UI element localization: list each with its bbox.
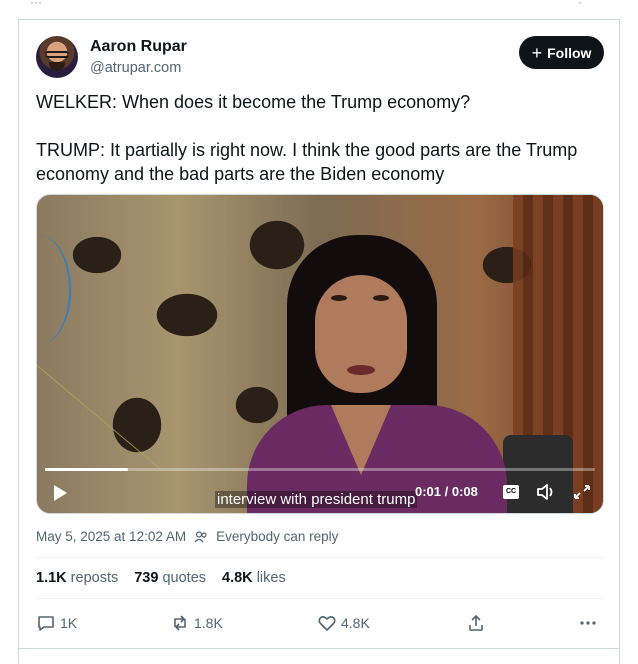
quotes-count: 739 [134,570,159,586]
people-icon [194,530,207,542]
post-timestamp[interactable]: May 5, 2025 at 12:02 AM [36,529,186,544]
speaker-icon [537,484,553,500]
top-left-stub: ··· [30,0,42,9]
repost-count: 1.8K [194,615,223,631]
post-meta: May 5, 2025 at 12:02 AM Everybody can re… [36,529,338,544]
reposts-count: 1.1K [36,570,67,586]
divider [36,557,604,558]
subject-face [315,275,407,393]
reposts-stat[interactable]: 1.1K reposts [36,570,118,586]
previous-post-edge: ··· · [0,0,638,20]
heart-icon [318,616,336,631]
like-count: 4.8K [341,615,370,631]
video-caption: interview with president trump [215,491,418,508]
reply-icon [38,616,54,631]
avatar[interactable] [36,36,78,78]
quotes-label: quotes [162,570,207,586]
avatar-glasses [45,51,69,58]
more-button[interactable] [578,613,598,633]
video-graphic-arc [37,235,71,345]
avatar-beard [49,62,65,71]
video-progress-fill [45,468,128,471]
video-progress-bar[interactable] [45,468,595,471]
likes-stat[interactable]: 4.8K likes [222,570,286,586]
like-button[interactable]: 4.8K [317,613,370,633]
play-icon [54,485,67,501]
reply-count: 1K [60,615,78,631]
video-graphic-line [37,365,160,469]
share-button[interactable] [466,613,486,633]
share-icon [469,615,483,631]
repost-icon [174,615,186,631]
reply-button[interactable]: 1K [36,613,77,633]
post-text: WELKER: When does it become the Trump ec… [36,92,578,184]
closed-captions-button[interactable]: CC [503,485,519,499]
author-name[interactable]: Aaron Rupar [90,38,187,56]
quotes-stat[interactable]: 739 quotes [134,570,206,586]
follow-button[interactable]: + Follow [519,36,604,69]
follow-label: Follow [547,44,592,61]
post-card: Aaron Rupar @atrupar.com + Follow WELKER… [18,20,620,664]
subject-mouth [347,365,375,375]
more-icon [580,621,596,625]
subject-eye [331,295,347,301]
expand-icon [574,485,590,499]
likes-label: likes [256,570,286,586]
likes-count: 4.8K [222,570,253,586]
volume-button[interactable] [536,483,556,501]
fullscreen-button[interactable] [572,483,592,501]
play-button[interactable] [51,484,69,502]
plus-icon: + [531,42,543,63]
subject-eye [373,295,389,301]
repost-button[interactable]: 1.8K [170,613,223,633]
divider [19,648,619,649]
reposts-label: reposts [70,570,119,586]
reply-setting: Everybody can reply [216,529,339,544]
top-right-stub: · [578,0,582,9]
author-handle[interactable]: @atrupar.com [90,60,181,76]
video-player[interactable]: interview with president trump 0:01 / 0:… [36,194,604,514]
divider [36,598,604,599]
action-bar: 1K 1.8K 4.8K [36,613,604,635]
video-time: 0:01 / 0:08 [415,484,478,499]
video-subject [227,235,527,513]
engagement-stats: 1.1K reposts 739 quotes 4.8K likes [36,570,286,586]
